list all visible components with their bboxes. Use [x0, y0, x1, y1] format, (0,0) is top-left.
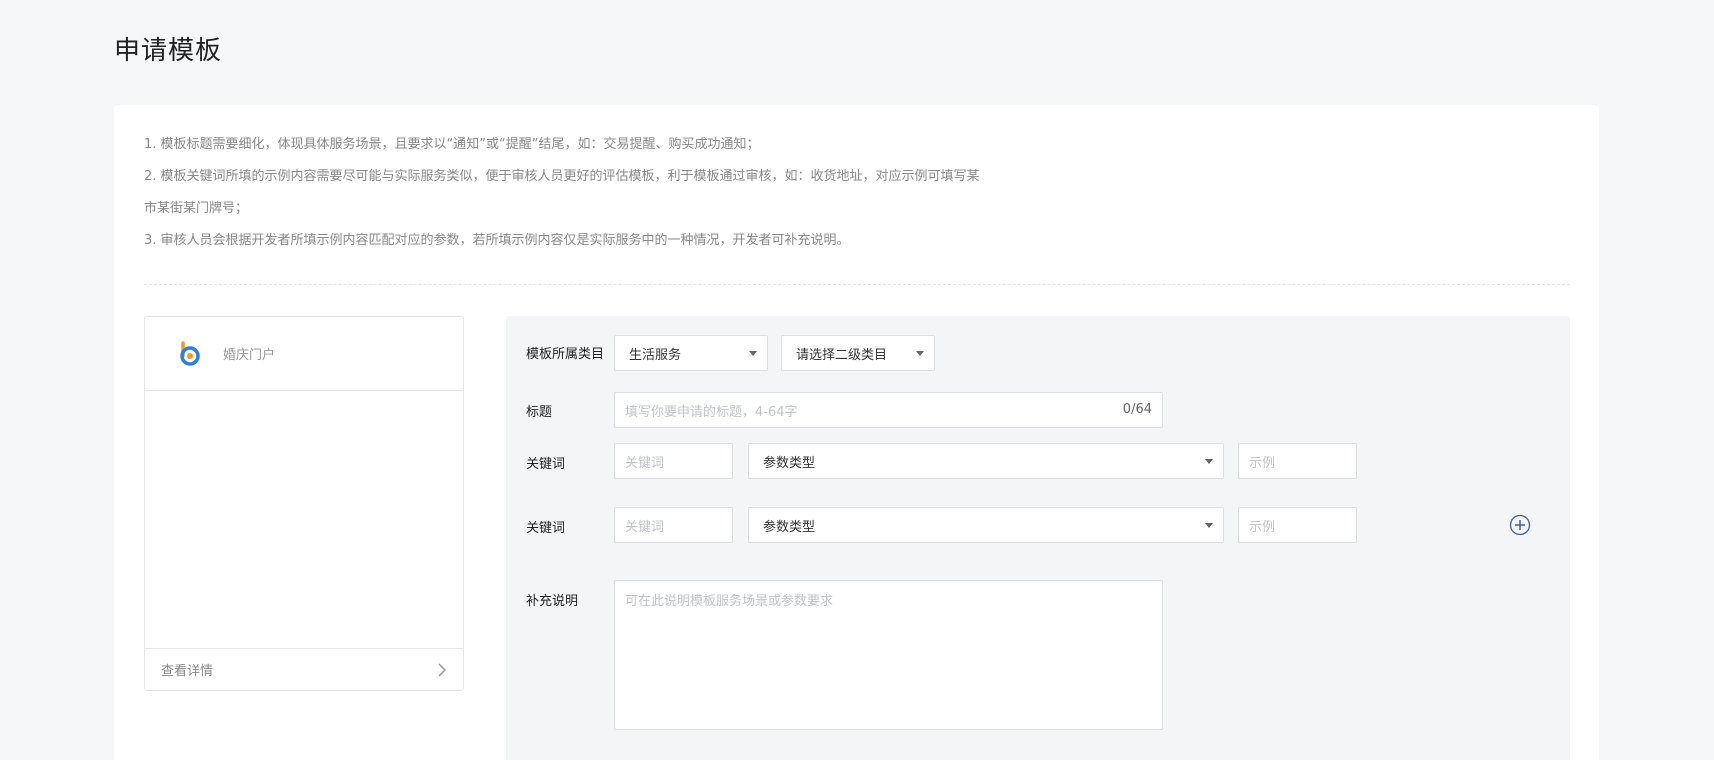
divider — [144, 284, 1570, 285]
param-type-select[interactable]: 参数类型 — [748, 507, 1224, 543]
guidelines: 1. 模板标题需要细化，体现具体服务场景，且要求以“通知”或“提醒”结尾，如：交… — [144, 129, 1044, 257]
chevron-down-icon — [1205, 459, 1213, 464]
message-preview: 婚庆门户 查看详情 — [144, 316, 464, 691]
title-char-counter: 0/64 — [1122, 402, 1152, 417]
supplement-label: 补充说明 — [526, 594, 579, 609]
category-primary-select[interactable]: 生活服务 — [614, 335, 768, 371]
title-label: 标题 — [526, 405, 553, 420]
category-label: 模板所属类目 — [526, 347, 605, 362]
category-primary-value: 生活服务 — [629, 347, 682, 363]
guideline-2: 2. 模板关键词所填的示例内容需要尽可能与实际服务类似，便于审核人员更好的评估模… — [144, 169, 980, 184]
account-name: 婚庆门户 — [223, 348, 276, 363]
category-secondary-value: 请选择二级类目 — [796, 347, 888, 363]
preview-header: 婚庆门户 — [145, 317, 463, 391]
chevron-down-icon — [916, 351, 924, 356]
keyword-label: 关键词 — [526, 521, 566, 536]
keyword-input[interactable]: 关键词 — [614, 443, 733, 479]
supplement-placeholder: 可在此说明模板服务场景或参数要求 — [625, 594, 834, 609]
example-input[interactable]: 示例 — [1238, 443, 1357, 479]
guideline-1: 1. 模板标题需要细化，体现具体服务场景，且要求以“通知”或“提醒”结尾，如：交… — [144, 137, 760, 152]
chevron-right-icon — [438, 662, 447, 677]
keyword-label: 关键词 — [526, 457, 566, 472]
page-title: 申请模板 — [114, 36, 223, 66]
param-type-value: 参数类型 — [763, 519, 816, 535]
keyword-placeholder: 关键词 — [625, 455, 665, 471]
template-form: 模板所属类目 生活服务 请选择二级类目 标题 填写你要申请的标题，4-64字 0… — [506, 316, 1570, 760]
template-application-card: 1. 模板标题需要细化，体现具体服务场景，且要求以“通知”或“提醒”结尾，如：交… — [114, 105, 1599, 760]
category-secondary-select[interactable]: 请选择二级类目 — [781, 335, 935, 371]
keyword-placeholder: 关键词 — [625, 519, 665, 535]
chevron-down-icon — [749, 351, 757, 356]
title-placeholder: 填写你要申请的标题，4-64字 — [625, 404, 798, 420]
param-type-select[interactable]: 参数类型 — [748, 443, 1224, 479]
brand-logo-icon — [180, 340, 200, 366]
title-input[interactable]: 填写你要申请的标题，4-64字 0/64 — [614, 392, 1163, 428]
keyword-input[interactable]: 关键词 — [614, 507, 733, 543]
plus-circle-icon[interactable] — [1509, 514, 1531, 536]
supplement-textarea[interactable]: 可在此说明模板服务场景或参数要求 — [614, 580, 1163, 730]
view-details-link[interactable]: 查看详情 — [145, 648, 463, 690]
example-placeholder: 示例 — [1249, 455, 1276, 471]
example-input[interactable]: 示例 — [1238, 507, 1357, 543]
guideline-3: 3. 审核人员会根据开发者所填示例内容匹配对应的参数，若所填示例内容仅是实际服务… — [144, 233, 850, 248]
param-type-value: 参数类型 — [763, 455, 816, 471]
example-placeholder: 示例 — [1249, 519, 1276, 535]
guideline-2-cont: 市某街某门牌号； — [144, 201, 249, 216]
view-details-label: 查看详情 — [161, 664, 214, 679]
chevron-down-icon — [1205, 523, 1213, 528]
